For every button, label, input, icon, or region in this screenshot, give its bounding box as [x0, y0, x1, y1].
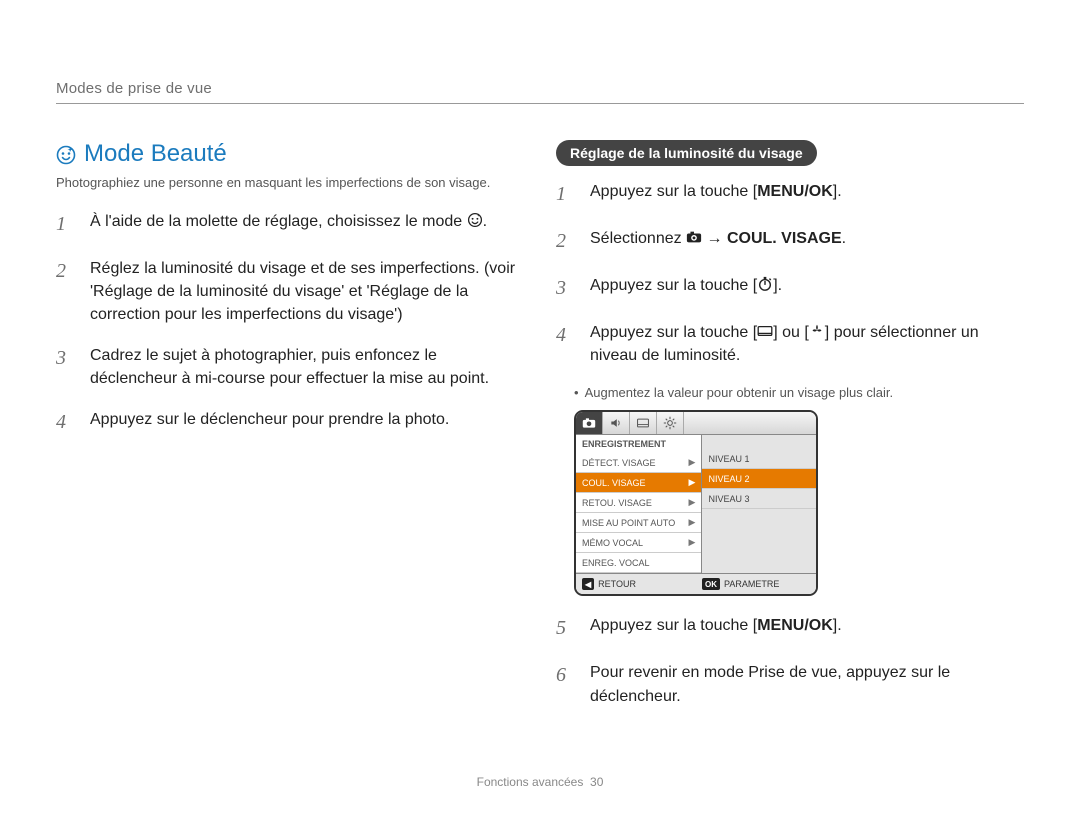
menu-tab-sound-icon: [603, 412, 630, 434]
menu-row: MÉMO VOCAL▶: [576, 533, 701, 553]
list-item: 3Appuyez sur la touche [].: [556, 274, 1024, 303]
camera-icon: [686, 229, 702, 245]
display-icon: [757, 323, 773, 339]
list-item: 1À l'aide de la molette de réglage, choi…: [56, 210, 524, 239]
list-item: 1Appuyez sur la touche [MENU/OK].: [556, 180, 1024, 209]
beauty-mode-icon: [467, 212, 483, 228]
list-item: 6Pour revenir en mode Prise de vue, appu…: [556, 661, 1024, 707]
page-footer: Fonctions avancées 30: [0, 775, 1080, 789]
menu-option: NIVEAU 3: [702, 489, 816, 509]
note-text: •Augmentez la valeur pour obtenir un vis…: [574, 385, 1024, 400]
menu-row: MISE AU POINT AUTO▶: [576, 513, 701, 533]
menu-option: NIVEAU 1: [702, 449, 816, 469]
right-steps: 1Appuyez sur la touche [MENU/OK]. 2Sélec…: [556, 180, 1024, 367]
list-item: 4Appuyez sur la touche [] ou [] pour sél…: [556, 321, 1024, 367]
beauty-mode-icon: [56, 144, 76, 164]
list-item: 5Appuyez sur la touche [MENU/OK].: [556, 614, 1024, 643]
list-item: 2Réglez la luminosité du visage et de se…: [56, 257, 524, 327]
right-column: Réglage de la luminosité du visage 1Appu…: [556, 140, 1024, 726]
menu-tab-camera-icon: [576, 412, 603, 434]
menu-option-selected: NIVEAU 2: [702, 469, 816, 489]
left-column: Mode Beauté Photographiez une personne e…: [56, 140, 524, 726]
camera-menu-graphic: ENREGISTREMENT DÉTECT. VISAGE▶ COUL. VIS…: [574, 410, 818, 596]
macro-icon: [809, 323, 825, 339]
menu-row-selected: COUL. VISAGE▶: [576, 473, 701, 493]
right-steps-cont: 5Appuyez sur la touche [MENU/OK]. 6Pour …: [556, 614, 1024, 707]
left-steps: 1À l'aide de la molette de réglage, choi…: [56, 210, 524, 438]
list-item: 3Cadrez le sujet à photographier, puis e…: [56, 344, 524, 390]
menu-row: ENREG. VOCAL: [576, 553, 701, 573]
menu-foot-ok: OKPARAMETRE: [696, 574, 816, 594]
intro-text: Photographiez une personne en masquant l…: [56, 174, 524, 192]
list-item: 4Appuyez sur le déclencheur pour prendre…: [56, 408, 524, 437]
menu-row: DÉTECT. VISAGE▶: [576, 453, 701, 473]
page-title: Mode Beauté: [56, 140, 524, 168]
menu-heading: ENREGISTREMENT: [576, 435, 701, 453]
self-timer-icon: [757, 276, 773, 292]
menu-foot-back: ◀RETOUR: [576, 574, 696, 594]
menu-tab-display-icon: [630, 412, 657, 434]
menu-row: RETOU. VISAGE▶: [576, 493, 701, 513]
breadcrumb: Modes de prise de vue: [56, 80, 1024, 104]
list-item: 2Sélectionnez → COUL. VISAGE.: [556, 227, 1024, 256]
section-pill: Réglage de la luminosité du visage: [556, 140, 817, 166]
menu-tab-settings-icon: [657, 412, 684, 434]
